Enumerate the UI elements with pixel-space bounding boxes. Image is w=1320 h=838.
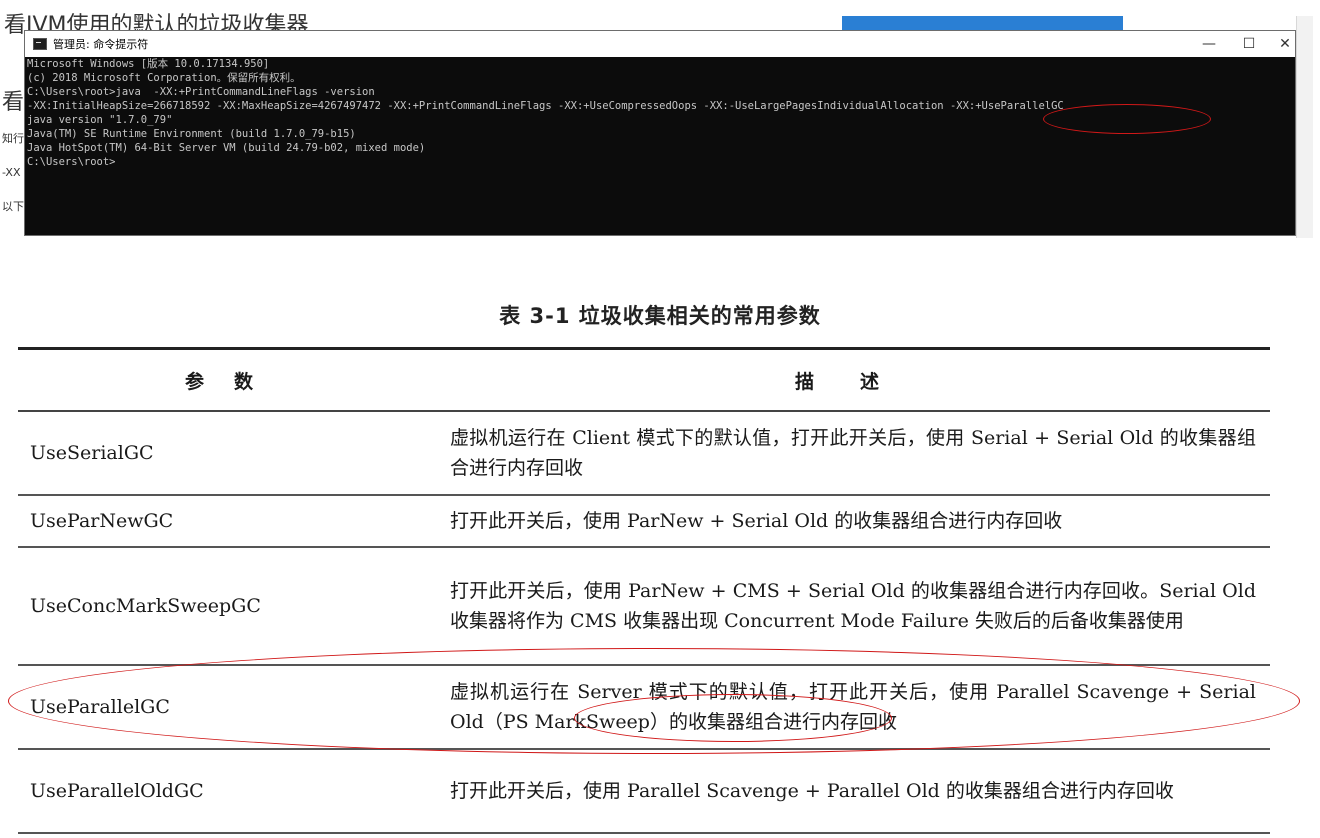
maximize-button[interactable]: ☐ bbox=[1229, 31, 1269, 57]
table-row: UseParallelOldGC 打开此开关后，使用 Parallel Scav… bbox=[18, 749, 1270, 834]
article-fragment: 知行 bbox=[2, 132, 24, 145]
desc-cell: 打开此开关后，使用 ParNew + Serial Old 的收集器组合进行内存… bbox=[450, 495, 1270, 548]
console-output[interactable]: Microsoft Windows [版本 10.0.17134.950] (c… bbox=[25, 57, 1295, 237]
column-header-param: 参数 bbox=[18, 347, 450, 412]
param-cell: UseParNewGC bbox=[18, 495, 450, 548]
red-annotation-oval bbox=[574, 694, 892, 742]
article-fragment: -XX bbox=[2, 166, 21, 179]
console-prompt: C:\Users\root> bbox=[27, 156, 116, 168]
desc-cell: 打开此开关后，使用 Parallel Scavenge + Parallel O… bbox=[450, 749, 1270, 834]
console-line: Microsoft Windows [版本 10.0.17134.950] bbox=[27, 58, 270, 70]
console-icon bbox=[33, 38, 47, 50]
cmd-window[interactable]: 管理员: 命令提示符 — ☐ ✕ Microsoft Windows [版本 1… bbox=[24, 30, 1296, 236]
param-cell: UseConcMarkSweepGC bbox=[18, 547, 450, 666]
window-title: 管理员: 命令提示符 bbox=[53, 38, 149, 51]
param-cell: UseSerialGC bbox=[18, 411, 450, 496]
cmd-titlebar[interactable]: 管理员: 命令提示符 — ☐ ✕ bbox=[25, 31, 1295, 57]
param-cell: UseParallelOldGC bbox=[18, 749, 450, 834]
table-row: UseParNewGC 打开此开关后，使用 ParNew + Serial Ol… bbox=[18, 495, 1270, 548]
console-line: C:\Users\root>java -XX:+PrintCommandLine… bbox=[27, 86, 375, 98]
table-row: UseSerialGC 虚拟机运行在 Client 模式下的默认值，打开此开关后… bbox=[18, 411, 1270, 496]
console-line: (c) 2018 Microsoft Corporation。保留所有权利。 bbox=[27, 72, 301, 84]
gc-params-table: 参数 描述 UseSerialGC 虚拟机运行在 Client 模式下的默认值，… bbox=[18, 347, 1270, 834]
desc-cell: 虚拟机运行在 Client 模式下的默认值，打开此开关后，使用 Serial +… bbox=[450, 411, 1270, 496]
article-fragment: 看 bbox=[2, 90, 25, 115]
console-line: Java HotSpot(TM) 64-Bit Server VM (build… bbox=[27, 142, 426, 154]
column-header-desc: 描述 bbox=[450, 347, 1270, 412]
table-caption: 表 3-1 垃圾收集相关的常用参数 bbox=[499, 304, 821, 328]
desc-cell: 打开此开关后，使用 ParNew + CMS + Serial Old 的收集器… bbox=[450, 547, 1270, 666]
red-annotation-oval bbox=[1043, 104, 1211, 134]
close-button[interactable]: ✕ bbox=[1265, 31, 1305, 57]
minimize-button[interactable]: — bbox=[1189, 31, 1229, 57]
article-fragment: 以下 bbox=[2, 200, 24, 213]
